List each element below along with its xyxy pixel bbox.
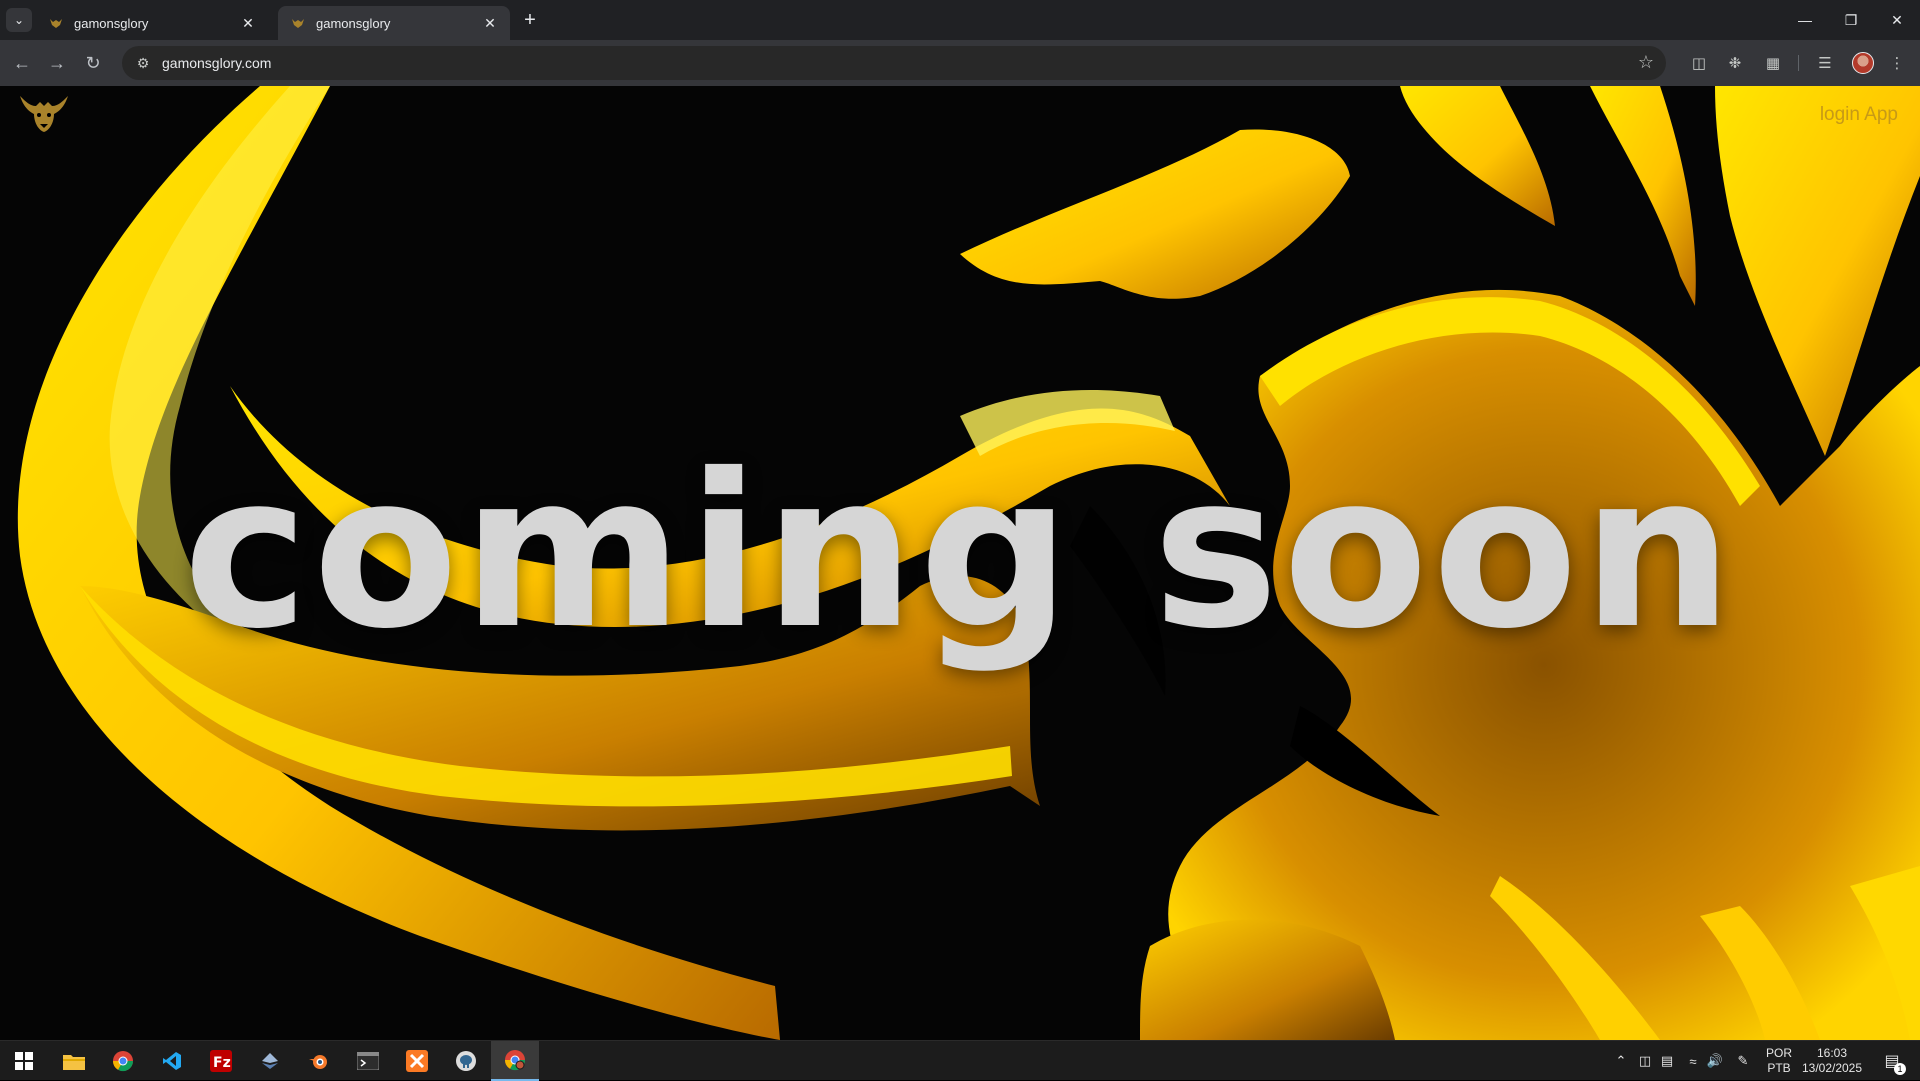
chrome-icon[interactable] — [99, 1041, 147, 1081]
vscode-icon[interactable] — [148, 1041, 196, 1081]
tab-title: gamonsglory — [74, 15, 149, 31]
menu-icon[interactable]: ⋮ — [1886, 52, 1908, 74]
new-tab-icon[interactable]: + — [518, 8, 542, 32]
close-icon[interactable]: ✕ — [238, 13, 258, 33]
restore-icon[interactable]: ❐ — [1828, 0, 1874, 40]
coming-soon-heading: coming soon — [183, 428, 1737, 675]
tab-list-icon[interactable]: ⌄ — [6, 8, 32, 32]
display-icon[interactable]: ▤ — [1658, 1051, 1676, 1071]
browser-tab-strip: ⌄ gamonsglory ✕ gamonsglory ✕ + — ❐ ✕ — [0, 0, 1920, 40]
toolbar-separator — [1798, 55, 1799, 71]
forward-icon[interactable]: → — [43, 49, 71, 77]
svg-text:Fz: Fz — [213, 1055, 231, 1071]
clock-date: 13/02/2025 — [1801, 1061, 1863, 1075]
blender-icon[interactable] — [295, 1041, 343, 1081]
show-hidden-icons-icon[interactable]: ⌃ — [1612, 1051, 1630, 1071]
page-viewport: login App coming soon — [0, 86, 1920, 1040]
site-info-icon[interactable]: ⚙ — [126, 46, 160, 80]
windows-taskbar: Fz ⌃ ◫ ▤ ≈ 🔊 ✎ POR PTB 16:03 13/02/2025 … — [0, 1040, 1920, 1081]
xampp-icon[interactable] — [393, 1041, 441, 1081]
browser-toolbar: ← → ↻ ⚙ gamonsglory.com ☆ ◫ ❉ ▦ ☰ ⋮ — [0, 40, 1920, 86]
chrome-active-icon[interactable] — [491, 1041, 539, 1081]
pgadmin-icon[interactable] — [442, 1041, 490, 1081]
login-app-link[interactable]: login App — [1820, 104, 1898, 126]
site-logo[interactable] — [18, 92, 70, 134]
address-bar[interactable]: ⚙ gamonsglory.com ☆ — [122, 46, 1666, 80]
dev-tool-icon[interactable] — [246, 1041, 294, 1081]
favicon-icon — [48, 15, 64, 31]
extensions-puzzle-icon[interactable]: ▦ — [1762, 52, 1784, 74]
clock-time: 16:03 — [1816, 1046, 1848, 1060]
media-queue-icon[interactable]: ☰ — [1814, 52, 1836, 74]
back-icon[interactable]: ← — [8, 49, 36, 77]
network-icon[interactable]: ≈ — [1684, 1051, 1702, 1071]
minimize-icon[interactable]: — — [1782, 0, 1828, 40]
file-explorer-icon[interactable] — [50, 1041, 98, 1081]
reading-mode-icon[interactable]: ◫ — [1688, 52, 1710, 74]
terminal-icon[interactable] — [344, 1041, 392, 1081]
browser-tab-1[interactable]: gamonsglory ✕ — [36, 6, 268, 40]
close-icon[interactable]: ✕ — [480, 13, 500, 33]
bookmark-star-icon[interactable]: ☆ — [1638, 52, 1654, 73]
url-text[interactable]: gamonsglory.com — [162, 55, 271, 71]
notification-count-badge: 1 — [1894, 1063, 1906, 1075]
close-window-icon[interactable]: ✕ — [1874, 0, 1920, 40]
tab-title: gamonsglory — [316, 15, 391, 31]
clock[interactable]: 16:03 13/02/2025 — [1800, 1046, 1864, 1076]
windows-start-icon[interactable] — [0, 1041, 48, 1081]
volume-icon[interactable]: 🔊 — [1706, 1051, 1724, 1071]
device-icon[interactable]: ◫ — [1636, 1051, 1654, 1071]
language-indicator[interactable]: POR PTB — [1764, 1046, 1794, 1076]
filezilla-icon[interactable]: Fz — [197, 1041, 245, 1081]
browser-tab-2[interactable]: gamonsglory ✕ — [278, 6, 510, 40]
favicon-icon — [290, 15, 306, 31]
pen-icon[interactable]: ✎ — [1734, 1051, 1752, 1071]
profile-avatar[interactable] — [1852, 52, 1874, 74]
reload-icon[interactable]: ↻ — [79, 49, 107, 77]
extension-icon[interactable]: ❉ — [1724, 52, 1746, 74]
language-line2: PTB — [1767, 1061, 1791, 1075]
language-line1: POR — [1765, 1046, 1792, 1060]
